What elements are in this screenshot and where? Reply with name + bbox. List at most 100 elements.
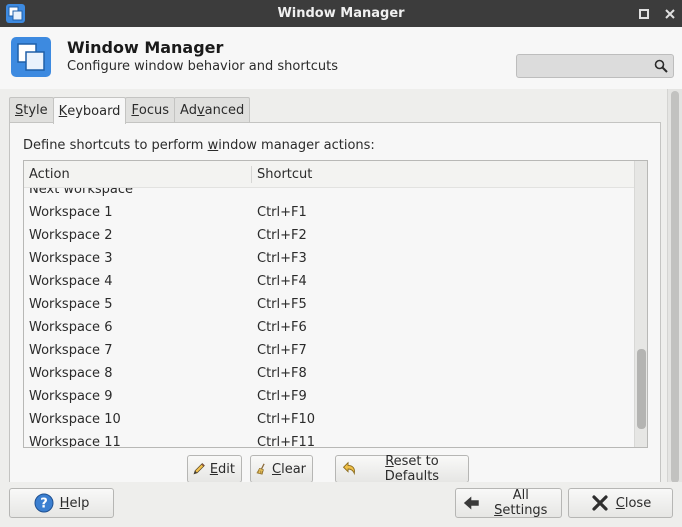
table-row[interactable]: Workspace 7 Ctrl+F7 — [24, 339, 634, 362]
search-input[interactable] — [517, 55, 647, 77]
clear-label: lear — [281, 461, 306, 477]
search-box[interactable] — [516, 54, 674, 78]
dialog-header: Window Manager Configure window behavior… — [0, 27, 682, 89]
undo-icon — [342, 461, 355, 476]
close-icon[interactable] — [664, 8, 676, 20]
tab-keyboard-label: eyboard — [67, 103, 121, 119]
column-header-action-label: Action — [29, 166, 70, 182]
row-action: Workspace 11 — [29, 435, 121, 448]
clear-button[interactable]: Clear — [250, 455, 313, 483]
column-header-shortcut[interactable]: Shortcut — [252, 167, 312, 182]
help-icon: ? — [34, 493, 54, 513]
reset-to-defaults-button[interactable]: Reset to Defaults — [335, 454, 469, 484]
close-label: lose — [624, 495, 652, 511]
table-scrollbar-thumb[interactable] — [637, 349, 646, 429]
table-row[interactable]: Workspace 2 Ctrl+F2 — [24, 224, 634, 247]
row-action: Workspace 3 — [29, 251, 113, 266]
window-scrollbar-thumb[interactable] — [671, 91, 679, 483]
table-row[interactable]: Next workspace — [24, 188, 634, 201]
all-settings-prefix: All — [512, 488, 529, 503]
close-button[interactable]: Close — [568, 488, 673, 518]
tab-focus[interactable]: Focus — [125, 97, 176, 123]
tab-style[interactable]: Style — [9, 97, 54, 123]
row-shortcut: Ctrl+F11 — [257, 435, 316, 448]
table-row[interactable]: Workspace 4 Ctrl+F4 — [24, 270, 634, 293]
reset-mnemonic: R — [385, 454, 394, 469]
row-shortcut: Ctrl+F9 — [257, 389, 307, 404]
table-row[interactable]: Workspace 8 Ctrl+F8 — [24, 362, 634, 385]
window-scrollbar[interactable] — [667, 89, 682, 485]
window-manager-icon — [6, 4, 25, 23]
row-shortcut: Ctrl+F8 — [257, 366, 307, 381]
table-header: Action Shortcut — [24, 161, 634, 188]
table-scrollbar[interactable] — [634, 161, 647, 447]
desc-suffix: indow manager actions: — [218, 138, 375, 153]
clear-mnemonic: C — [272, 461, 282, 477]
table-row[interactable]: Workspace 6 Ctrl+F6 — [24, 316, 634, 339]
help-mnemonic: H — [59, 495, 70, 511]
row-action: Workspace 1 — [29, 205, 113, 220]
title-bar[interactable]: Window Manager — [0, 0, 682, 27]
header-subtitle: Configure window behavior and shortcuts — [67, 59, 339, 74]
tab-advanced-mnemonic: v — [196, 103, 205, 118]
shortcuts-table[interactable]: Action Shortcut Next workspace Workspace… — [23, 160, 648, 448]
close-mnemonic: C — [615, 495, 625, 511]
column-header-action[interactable]: Action — [24, 165, 252, 183]
tab-focus-mnemonic: F — [131, 103, 139, 118]
tab-advanced-prefix: Ad — [180, 103, 197, 118]
table-row[interactable]: Workspace 11 Ctrl+F11 — [24, 431, 634, 448]
row-shortcut: Ctrl+F10 — [257, 412, 316, 427]
row-action: Workspace 8 — [29, 366, 113, 381]
row-shortcut: Ctrl+F1 — [257, 205, 307, 220]
table-row[interactable]: Workspace 1 Ctrl+F1 — [24, 201, 634, 224]
all-settings-label: ettings — [502, 503, 548, 518]
reset-label: eset to Defaults — [384, 454, 440, 484]
help-button[interactable]: ? Help — [9, 488, 114, 518]
tab-advanced-label: anced — [204, 103, 245, 118]
header-title: Window Manager — [67, 38, 224, 57]
row-shortcut: Ctrl+F7 — [257, 343, 307, 358]
broom-icon — [256, 463, 265, 475]
window-controls — [638, 0, 676, 27]
tab-bar: Style Keyboard Focus Ad v anced — [9, 97, 251, 124]
row-action: Workspace 6 — [29, 320, 113, 335]
back-arrow-icon — [463, 496, 479, 510]
table-row[interactable]: Workspace 3 Ctrl+F3 — [24, 247, 634, 270]
window-manager-icon — [11, 37, 51, 77]
table-body: Next workspace Workspace 1 Ctrl+F1 Worksp… — [24, 188, 634, 448]
tab-style-label: tyle — [23, 103, 48, 118]
help-label: elp — [69, 495, 90, 511]
row-shortcut: Ctrl+F4 — [257, 274, 307, 289]
restore-icon[interactable] — [638, 8, 650, 20]
magnifier-icon[interactable] — [654, 59, 668, 73]
tab-keyboard-mnemonic: K — [58, 103, 68, 119]
table-row[interactable]: Workspace 9 Ctrl+F9 — [24, 385, 634, 408]
edit-button[interactable]: Edit — [187, 455, 242, 483]
close-x-icon — [592, 495, 608, 511]
row-shortcut: Ctrl+F3 — [257, 251, 307, 266]
row-action: Workspace 4 — [29, 274, 113, 289]
edit-label: dit — [218, 461, 235, 477]
tab-focus-label: ocus — [138, 103, 170, 118]
row-shortcut: Ctrl+F6 — [257, 320, 307, 335]
row-action: Workspace 5 — [29, 297, 113, 312]
pencil-icon — [193, 463, 205, 475]
row-action: Workspace 2 — [29, 228, 113, 243]
all-settings-button[interactable]: All Settings — [455, 488, 562, 518]
edit-mnemonic: E — [209, 461, 219, 477]
tab-style-mnemonic: S — [15, 103, 24, 118]
tab-advanced[interactable]: Ad v anced — [174, 97, 251, 123]
dialog-footer: ? Help All Settings Close — [0, 482, 682, 527]
column-header-shortcut-label: Shortcut — [257, 166, 313, 182]
svg-text:?: ? — [40, 497, 48, 512]
window-title: Window Manager — [277, 6, 405, 21]
desc-prefix: Define shortcuts to perform — [23, 138, 208, 153]
row-action: Workspace 7 — [29, 343, 113, 358]
row-action: Workspace 9 — [29, 389, 113, 404]
tab-keyboard[interactable]: Keyboard — [52, 97, 127, 124]
row-action: Workspace 10 — [29, 412, 121, 427]
table-row[interactable]: Workspace 5 Ctrl+F5 — [24, 293, 634, 316]
table-row[interactable]: Workspace 10 Ctrl+F10 — [24, 408, 634, 431]
shortcuts-description: Define shortcuts to perform window manag… — [23, 138, 375, 153]
row-shortcut: Ctrl+F2 — [257, 228, 307, 243]
